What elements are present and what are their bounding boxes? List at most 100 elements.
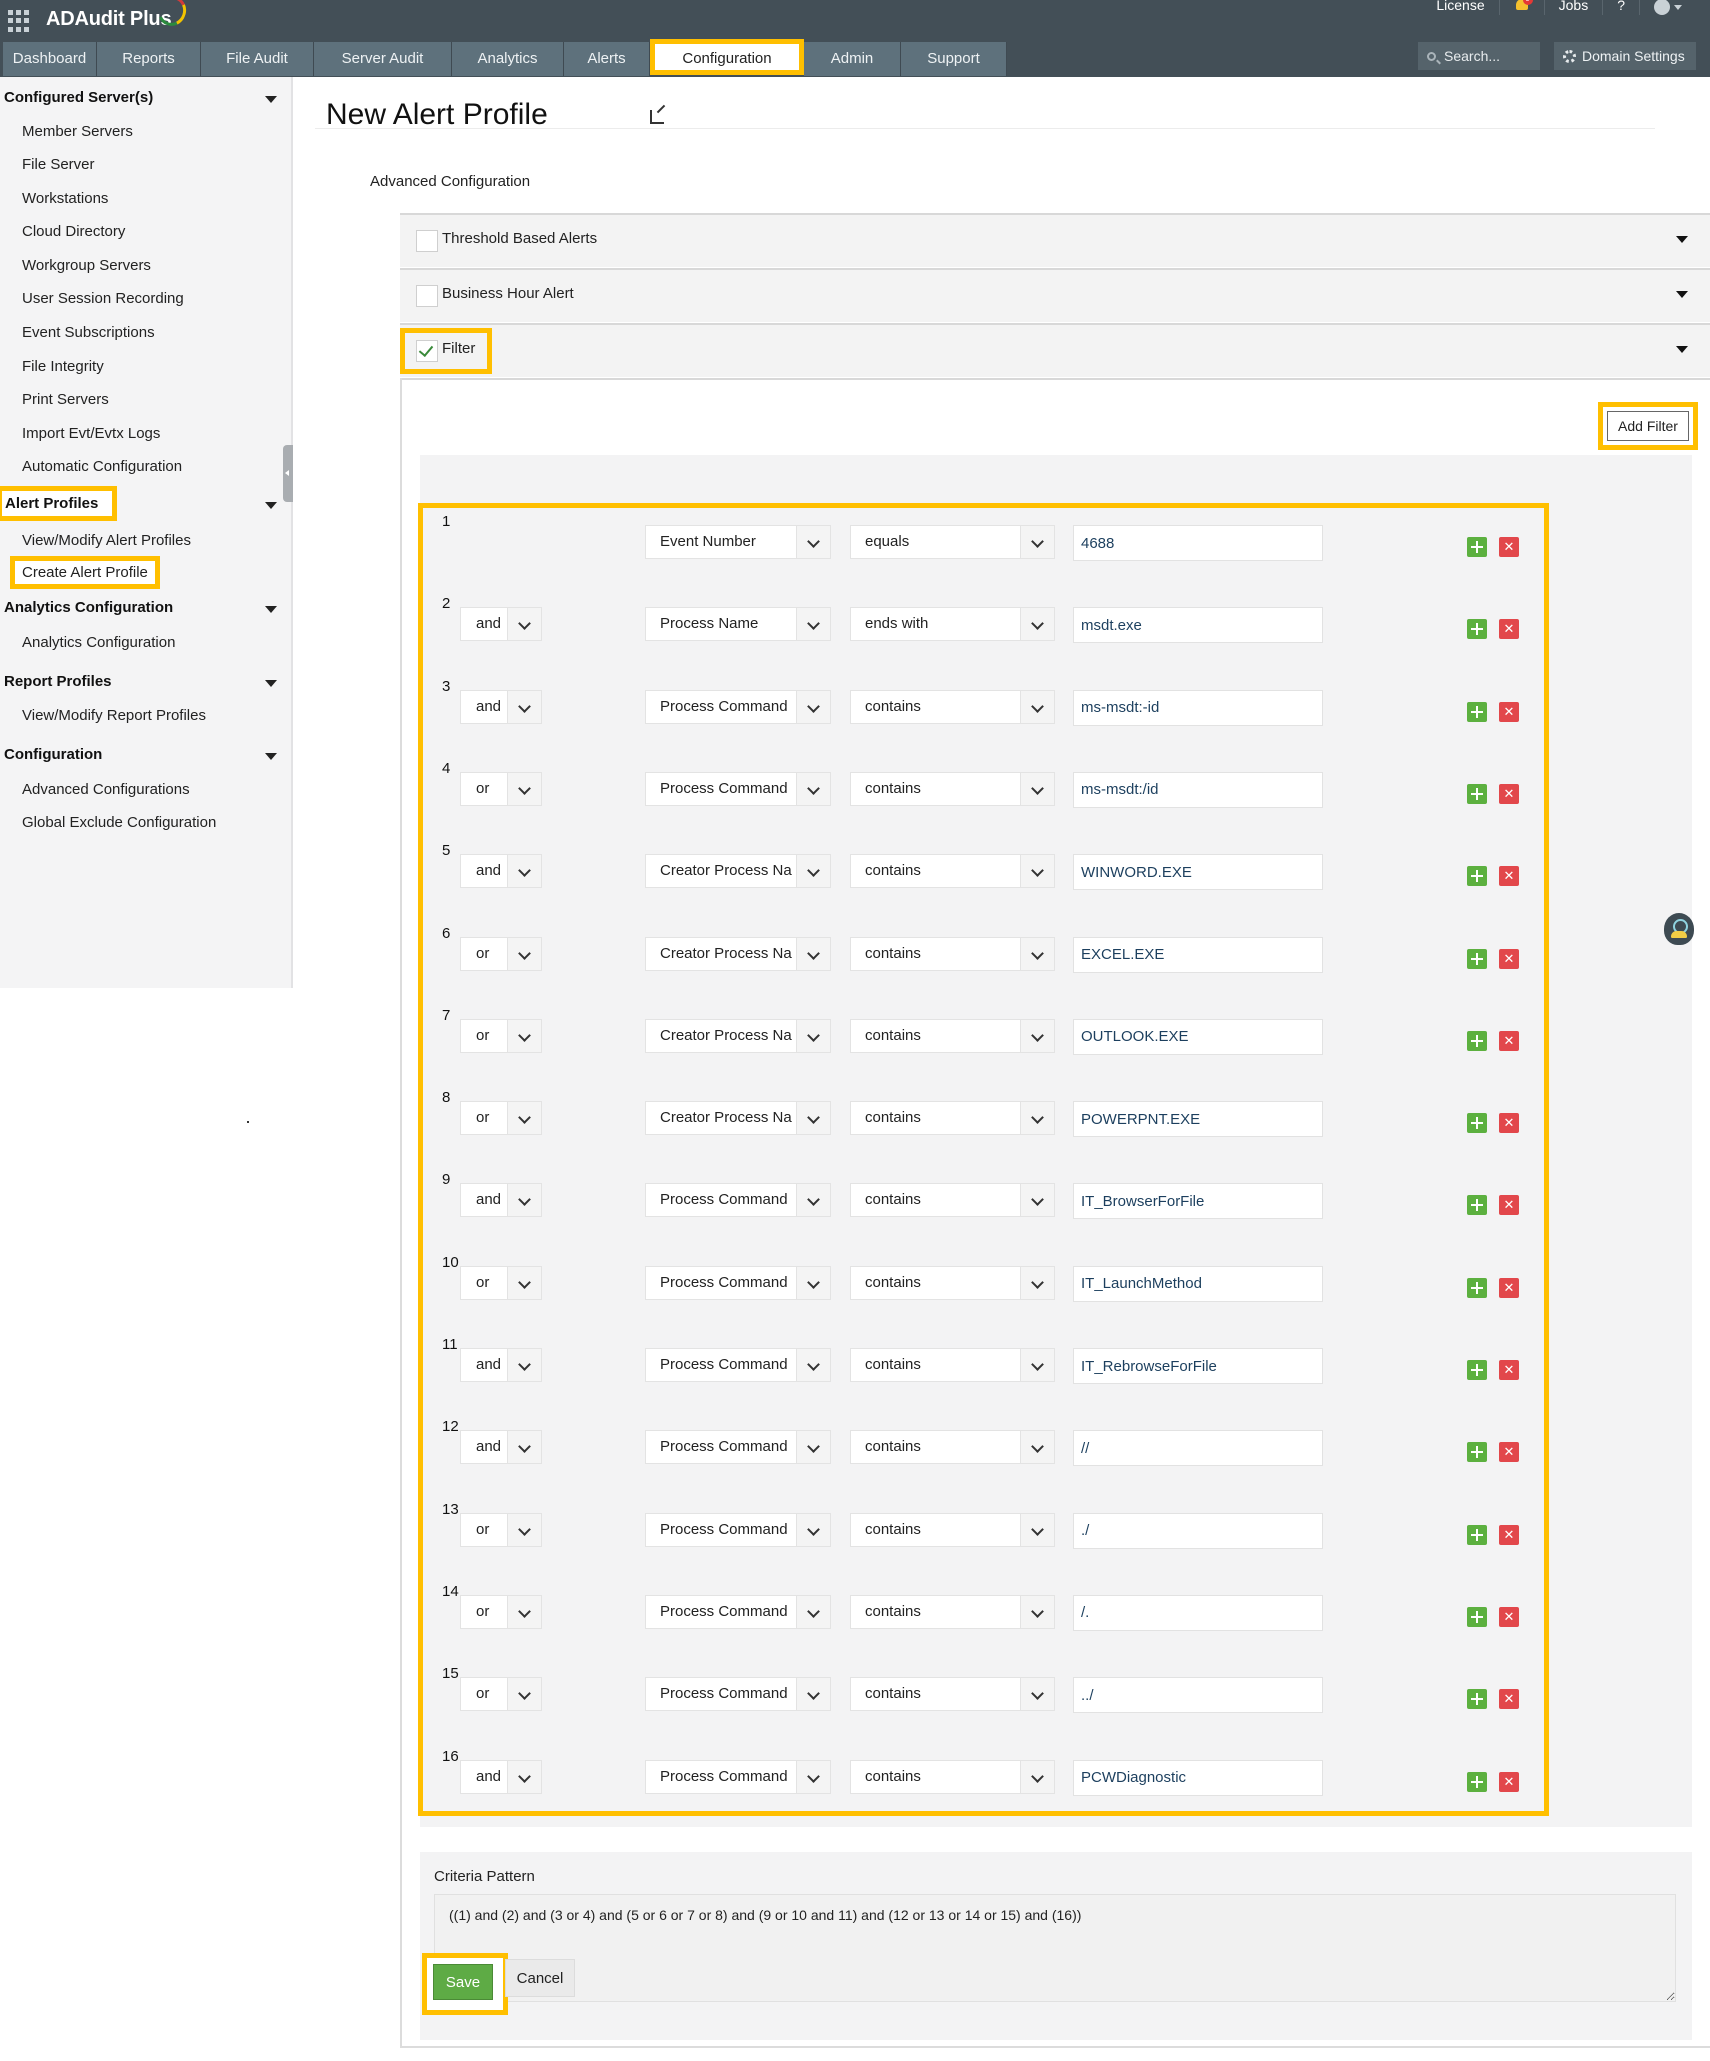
add-row-button[interactable] <box>1467 1771 1487 1792</box>
chevron-down-icon[interactable] <box>796 1431 830 1464</box>
chevron-down-icon[interactable] <box>1020 526 1054 558</box>
conjunction-select[interactable]: or <box>460 771 542 806</box>
operator-select[interactable]: contains <box>850 1594 1055 1629</box>
conjunction-select[interactable]: and <box>460 607 542 642</box>
chevron-down-icon[interactable] <box>1020 1349 1054 1381</box>
sidebar-item-view-modify-report-profiles[interactable]: View/Modify Report Profiles <box>22 707 206 724</box>
delete-row-button[interactable]: ✕ <box>1499 1771 1519 1792</box>
sidebar-item-global-exclude-configuration[interactable]: Global Exclude Configuration <box>22 814 216 831</box>
chevron-down-icon[interactable] <box>1020 1184 1054 1217</box>
add-row-button[interactable] <box>1467 1195 1487 1216</box>
operator-select[interactable]: contains <box>850 1759 1055 1794</box>
chevron-down-icon[interactable] <box>796 1760 830 1793</box>
chevron-down-icon[interactable] <box>1020 1760 1054 1793</box>
caret-down-icon[interactable] <box>265 606 277 613</box>
floating-assistant-icon[interactable] <box>1664 913 1694 945</box>
chevron-down-icon[interactable] <box>1020 608 1054 641</box>
save-button[interactable]: Save <box>433 1964 493 2000</box>
delete-row-button[interactable]: ✕ <box>1499 537 1519 557</box>
chevron-down-icon[interactable] <box>507 1513 541 1546</box>
chevron-down-icon[interactable] <box>796 526 830 558</box>
sidebar-item-cloud-directory[interactable]: Cloud Directory <box>22 223 125 240</box>
filter-value-input[interactable] <box>1073 936 1323 973</box>
chevron-down-icon[interactable] <box>1020 1513 1054 1546</box>
chevron-down-icon[interactable] <box>507 1266 541 1299</box>
caret-down-icon[interactable] <box>265 502 277 509</box>
tab-analytics[interactable]: Analytics <box>452 42 564 76</box>
help-link[interactable]: ? <box>1603 0 1640 15</box>
conjunction-select[interactable]: or <box>460 1101 542 1136</box>
sidebar-item-create-alert-profile[interactable]: Create Alert Profile <box>10 556 160 589</box>
tab-reports[interactable]: Reports <box>97 42 201 76</box>
caret-down-icon[interactable] <box>1676 236 1688 243</box>
delete-row-button[interactable]: ✕ <box>1499 619 1519 640</box>
chevron-down-icon[interactable] <box>507 1349 541 1381</box>
add-row-button[interactable] <box>1467 1277 1487 1298</box>
filter-value-input[interactable] <box>1073 1594 1323 1631</box>
operator-select[interactable]: ends with <box>850 607 1055 642</box>
filter-value-input[interactable] <box>1073 1759 1323 1796</box>
operator-select[interactable]: contains <box>850 854 1055 889</box>
chevron-down-icon[interactable] <box>1020 1266 1054 1299</box>
filter-checkbox[interactable] <box>416 340 438 362</box>
field-select[interactable]: Process Command <box>645 1594 831 1629</box>
conjunction-select[interactable]: and <box>460 1430 542 1465</box>
chevron-down-icon[interactable] <box>1020 690 1054 723</box>
caret-down-icon[interactable] <box>265 753 277 760</box>
add-row-button[interactable] <box>1467 1606 1487 1627</box>
sidebar-collapse-handle[interactable] <box>283 445 293 502</box>
apps-grid-icon[interactable] <box>8 10 30 32</box>
sidebar-item-print-servers[interactable]: Print Servers <box>22 391 109 408</box>
sidebar-heading-configured-servers[interactable]: Configured Server(s) <box>4 89 153 106</box>
delete-row-button[interactable]: ✕ <box>1499 948 1519 969</box>
sidebar-item-user-session-recording[interactable]: User Session Recording <box>22 290 184 307</box>
sidebar-heading-report-profiles[interactable]: Report Profiles <box>4 673 112 690</box>
filter-value-input[interactable] <box>1073 1018 1323 1055</box>
tab-dashboard[interactable]: Dashboard <box>3 42 97 76</box>
tab-alerts[interactable]: Alerts <box>564 42 650 76</box>
filter-value-input[interactable] <box>1073 854 1323 891</box>
chevron-down-icon[interactable] <box>1020 1019 1054 1052</box>
chevron-down-icon[interactable] <box>796 1678 830 1711</box>
sidebar-item-import-evt-logs[interactable]: Import Evt/Evtx Logs <box>22 425 160 442</box>
chevron-down-icon[interactable] <box>1020 1102 1054 1135</box>
conjunction-select[interactable]: and <box>460 689 542 724</box>
tab-configuration[interactable]: Configuration <box>650 39 804 75</box>
field-select[interactable]: Process Name <box>645 607 831 642</box>
threshold-alerts-checkbox[interactable] <box>416 230 438 252</box>
conjunction-select[interactable]: or <box>460 1265 542 1300</box>
chevron-down-icon[interactable] <box>507 1019 541 1052</box>
conjunction-select[interactable]: or <box>460 1594 542 1629</box>
chevron-down-icon[interactable] <box>796 937 830 970</box>
filter-value-input[interactable] <box>1073 1183 1323 1220</box>
conjunction-select[interactable]: or <box>460 936 542 971</box>
filter-value-input[interactable] <box>1073 689 1323 726</box>
delete-row-button[interactable]: ✕ <box>1499 866 1519 887</box>
operator-select[interactable]: equals <box>850 525 1055 559</box>
field-select[interactable]: Process Command <box>645 1677 831 1712</box>
tab-file-audit[interactable]: File Audit <box>201 42 314 76</box>
sidebar-heading-alert-profiles[interactable]: Alert Profiles <box>0 486 118 521</box>
sidebar-item-workgroup-servers[interactable]: Workgroup Servers <box>22 257 151 274</box>
delete-row-button[interactable]: ✕ <box>1499 1113 1519 1134</box>
domain-settings-button[interactable]: Domain Settings <box>1554 42 1696 70</box>
field-select[interactable]: Creator Process Na <box>645 854 831 889</box>
sidebar-item-advanced-configurations[interactable]: Advanced Configurations <box>22 781 190 798</box>
conjunction-select[interactable]: and <box>460 1348 542 1382</box>
sidebar-item-event-subscriptions[interactable]: Event Subscriptions <box>22 324 155 341</box>
field-select[interactable]: Process Command <box>645 1430 831 1465</box>
operator-select[interactable]: contains <box>850 1512 1055 1547</box>
chevron-down-icon[interactable] <box>507 1431 541 1464</box>
chevron-down-icon[interactable] <box>507 690 541 723</box>
operator-select[interactable]: contains <box>850 1018 1055 1053</box>
sidebar-heading-configuration[interactable]: Configuration <box>4 746 102 763</box>
tab-admin[interactable]: Admin <box>804 42 901 76</box>
sidebar-item-workstations[interactable]: Workstations <box>22 190 108 207</box>
delete-row-button[interactable]: ✕ <box>1499 1030 1519 1051</box>
field-select[interactable]: Creator Process Na <box>645 1101 831 1136</box>
chevron-down-icon[interactable] <box>507 855 541 888</box>
notifications-button[interactable]: 9 <box>1500 0 1545 15</box>
add-filter-button[interactable]: Add Filter <box>1607 411 1689 441</box>
operator-select[interactable]: contains <box>850 1183 1055 1218</box>
chevron-down-icon[interactable] <box>1020 937 1054 970</box>
